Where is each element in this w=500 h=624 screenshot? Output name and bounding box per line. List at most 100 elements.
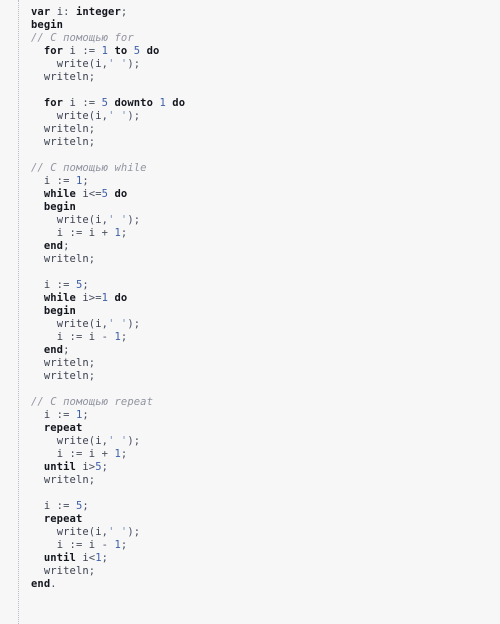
code-token-kw: downto (114, 97, 154, 109)
code-token-kw: until (43, 461, 76, 473)
code-line: until i>5; (31, 461, 500, 474)
code-token-pun: ; (82, 175, 89, 187)
code-token-id: write (56, 58, 89, 70)
code-token-id: write (56, 110, 89, 122)
code-line: until i<1; (31, 552, 500, 565)
code-token-kw: begin (31, 19, 64, 31)
code-token-id: write (56, 214, 89, 226)
code-token-pun: := (63, 448, 89, 460)
code-token-kw: repeat (43, 513, 83, 525)
code-token-pun: ; (88, 71, 96, 83)
code-token-pun: ; (63, 240, 70, 252)
code-token-pun: ; (82, 279, 89, 291)
code-token-pun: := (75, 97, 102, 109)
code-listing[interactable]: var i: integer; begin// С помощью for for… (18, 0, 500, 624)
code-line: writeln; (31, 136, 500, 149)
code-token-pun: . (50, 578, 57, 590)
code-token-pun: ; (88, 357, 96, 369)
code-token-pun: + (95, 448, 115, 460)
code-line: i := i - 1; (31, 331, 500, 344)
code-token-kw: do (114, 188, 128, 200)
code-token-pun: := (50, 279, 76, 291)
code-token-pun: ; (88, 123, 96, 135)
code-token-kw: for (43, 45, 64, 57)
code-token-id: writeln (43, 123, 89, 135)
code-line: writeln; (31, 123, 500, 136)
code-token-kw: do (114, 292, 128, 304)
code-token-pun: ; (120, 448, 128, 460)
code-token-cm: // С помощью for (31, 32, 134, 44)
code-token-pun: ; (101, 552, 109, 564)
code-token-kw: end (43, 240, 64, 252)
code-line: // С помощью for (31, 32, 500, 45)
code-token-str: ' ' (108, 58, 128, 70)
code-token-id: writeln (43, 357, 89, 369)
code-token-pun: ); (127, 526, 141, 538)
code-token-cm: // С помощью repeat (31, 396, 154, 408)
code-token-id: writeln (43, 474, 89, 486)
code-token-pun: ; (88, 136, 96, 148)
code-token-id: writeln (43, 370, 89, 382)
code-line: write(i,' '); (31, 110, 500, 123)
code-token-kw: until (43, 552, 76, 564)
code-line: end. (31, 578, 500, 591)
code-token-pun: ; (82, 409, 89, 421)
code-line: i := i + 1; (31, 448, 500, 461)
code-token-pun: ; (101, 461, 109, 473)
code-line: while i<=5 do (31, 188, 500, 201)
code-line: write(i,' '); (31, 435, 500, 448)
code-token-kw: do (146, 45, 160, 57)
code-line: // С помощью while (31, 162, 500, 175)
code-token-str: ' ' (108, 526, 128, 538)
code-token-pun: ; (82, 500, 89, 512)
code-line: write(i,' '); (31, 58, 500, 71)
code-token-id: write (56, 435, 89, 447)
code-token-kw: end (43, 344, 64, 356)
code-line: i := 1; (31, 175, 500, 188)
code-line: begin (31, 201, 500, 214)
code-line: i := i + 1; (31, 227, 500, 240)
code-token-pun: ); (127, 318, 141, 330)
code-token-pun: + (95, 227, 115, 239)
code-token-pun: - (95, 331, 115, 343)
code-token-str: ' ' (108, 214, 128, 226)
code-token-pun: >= (88, 292, 102, 304)
code-line: writeln; (31, 253, 500, 266)
code-token-pun: <= (88, 188, 102, 200)
code-token-kw: end (31, 578, 51, 590)
code-token-pun: := (50, 409, 76, 421)
code-token-id: writeln (43, 253, 89, 265)
code-token-id: writeln (43, 136, 89, 148)
code-token-pun: ; (88, 565, 96, 577)
code-token-cm: // С помощью while (31, 162, 147, 174)
code-token-id: writeln (43, 565, 89, 577)
code-line: repeat (31, 422, 500, 435)
code-token-kw: repeat (43, 422, 83, 434)
code-token-pun: ); (127, 214, 141, 226)
code-line: for i := 1 to 5 do (31, 45, 500, 58)
